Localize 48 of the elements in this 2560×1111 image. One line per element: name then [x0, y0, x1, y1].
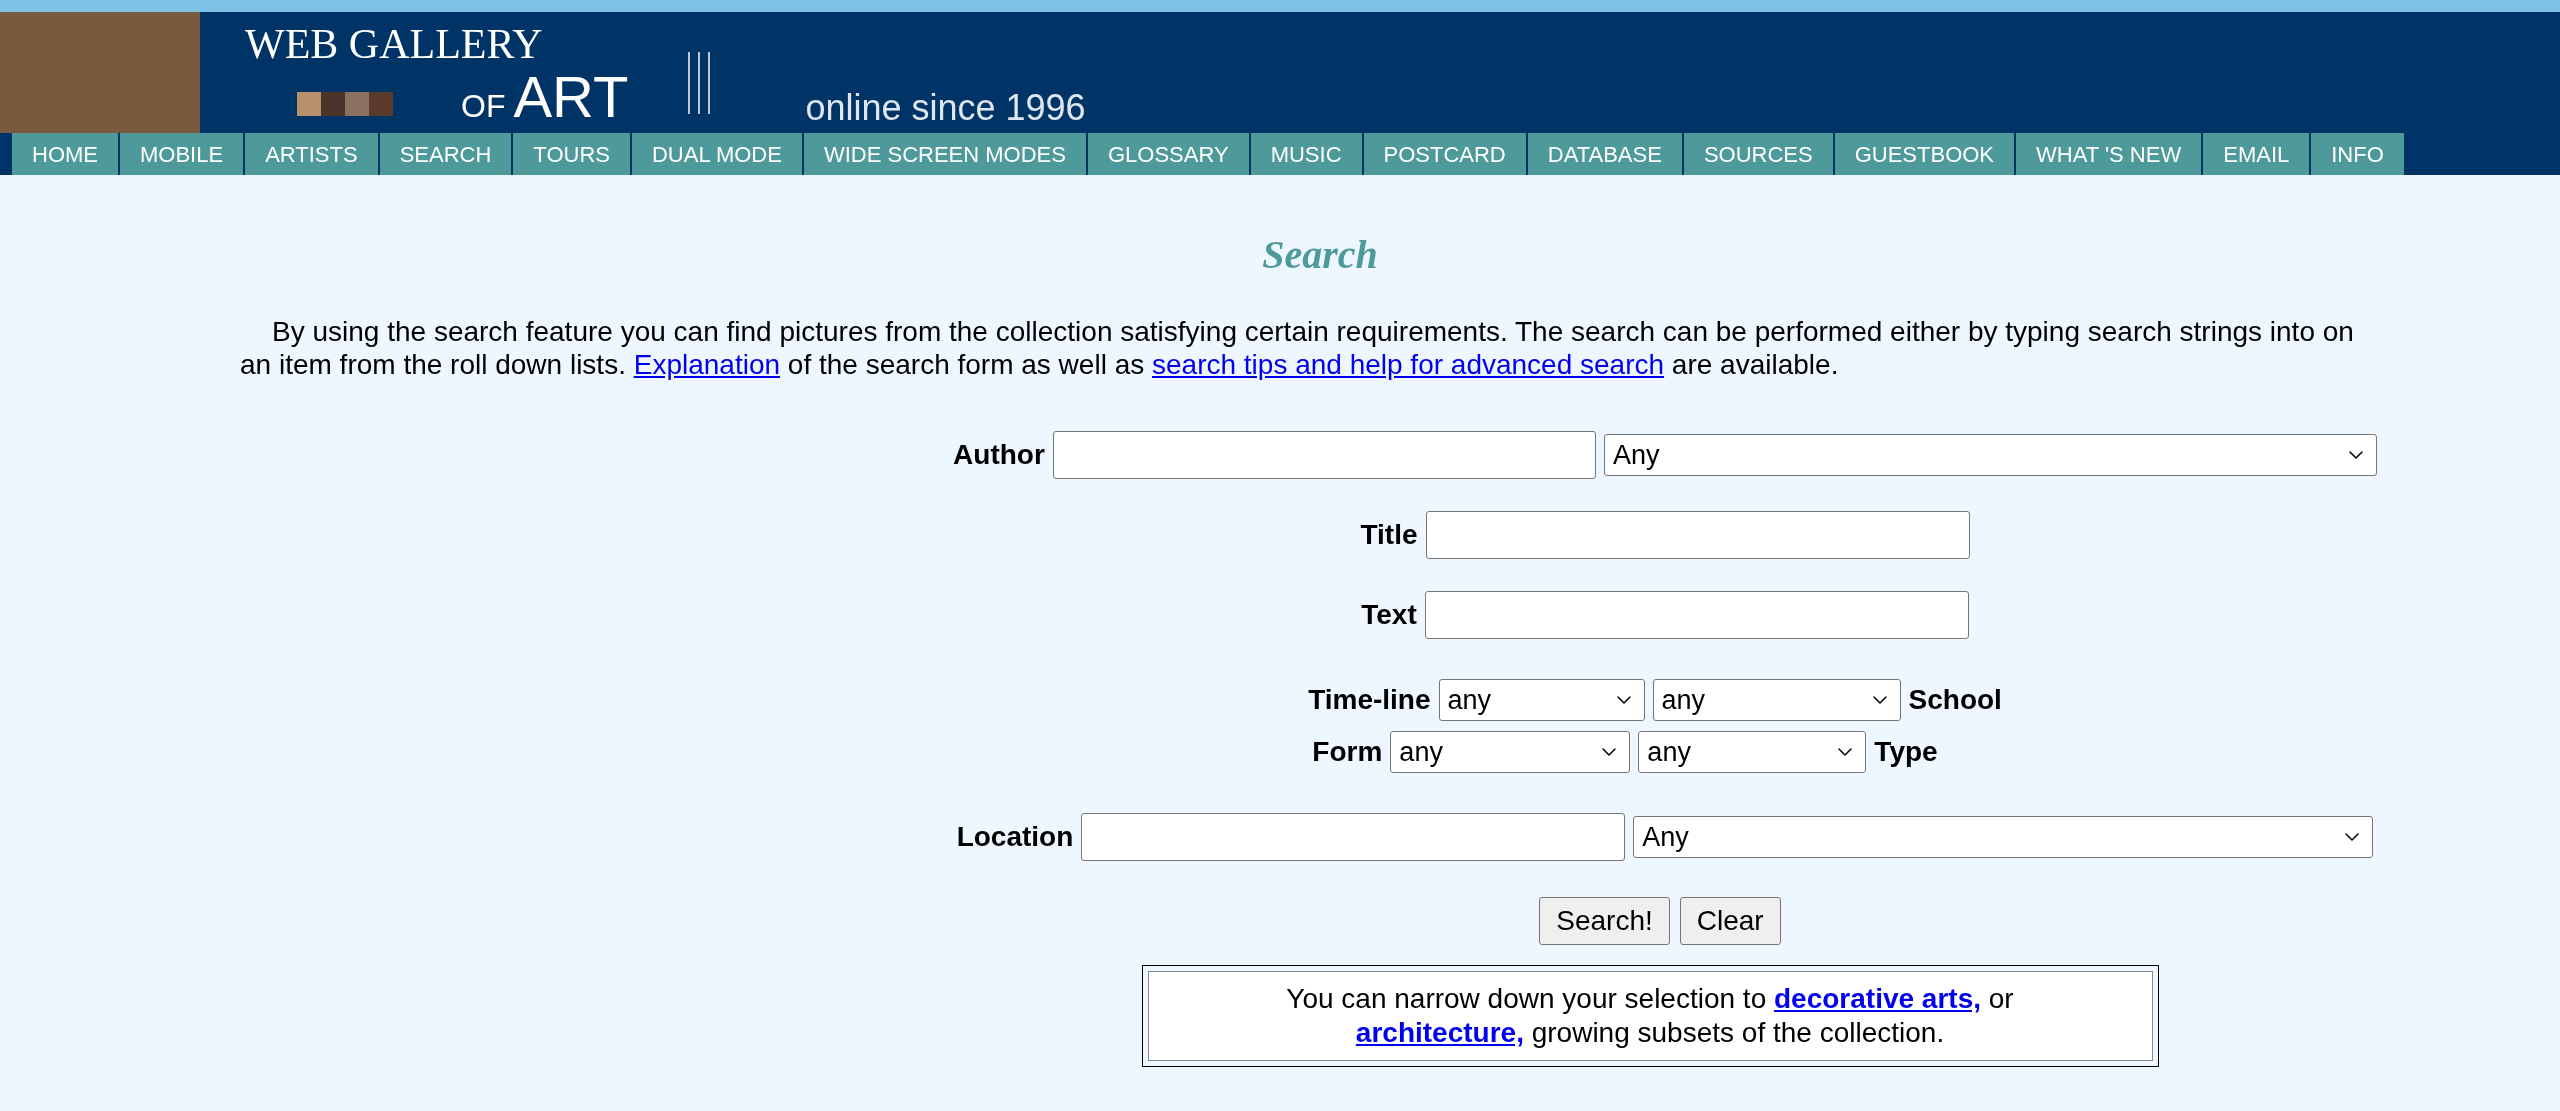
form-button[interactable]: Clear	[1679, 897, 1781, 945]
field-label: School	[1908, 683, 2002, 717]
vertical-lines-icon	[688, 52, 711, 114]
dropdown[interactable]: any	[1390, 731, 1631, 773]
link[interactable]: Explanation	[633, 349, 781, 380]
field-label: Title	[1360, 518, 1418, 552]
nav-tab[interactable]: MOBILE	[120, 133, 244, 175]
text-input[interactable]	[1052, 431, 1596, 479]
nav-tab[interactable]: EMAIL	[2203, 133, 2310, 175]
nav-tab[interactable]: SEARCH	[379, 133, 512, 175]
dropdown[interactable]: Any	[1633, 816, 2374, 858]
nav-tab[interactable]: POSTCARD	[1363, 133, 1526, 175]
info-text: You can narrow down your selection to decorative arts, or architecture, growing subsets of the collection.	[1286, 982, 2014, 1050]
field-label: Location	[956, 820, 1074, 854]
link[interactable]: search tips and help for advanced search	[1152, 349, 1665, 380]
tagline: online since 1996	[805, 90, 1086, 130]
nav-tab[interactable]: ARTISTS	[245, 133, 378, 175]
field-label: Type	[1874, 735, 1938, 769]
nav-tab[interactable]: WIDE SCREEN MODES	[803, 133, 1086, 175]
text-input[interactable]	[1424, 591, 1969, 639]
logo-text: WEB GALLERY	[245, 20, 544, 68]
link[interactable]: architecture,	[1355, 1017, 1524, 1048]
dropdown[interactable]: Any	[1603, 434, 2377, 476]
color-swatches-icon	[297, 92, 393, 116]
nav-tab[interactable]: MUSIC	[1250, 133, 1362, 175]
nav-tab[interactable]: WHAT 'S NEW	[2016, 133, 2202, 175]
field-label: Time-line	[1308, 683, 1431, 717]
nav-tab[interactable]: TOURS	[513, 133, 630, 175]
link[interactable]: decorative arts,	[1774, 983, 1981, 1014]
text-input[interactable]	[1081, 813, 1626, 861]
nav-tab[interactable]: INFO	[2311, 133, 2404, 175]
nav-tab[interactable]: SOURCES	[1683, 133, 1833, 175]
nav-tab[interactable]: GLOSSARY	[1087, 133, 1249, 175]
field-label: Form	[1312, 735, 1383, 769]
form-button[interactable]: Search!	[1539, 897, 1670, 945]
nav-tab[interactable]: DUAL MODE	[631, 133, 802, 175]
field-label: Author	[953, 438, 1045, 472]
nav-tab[interactable]: DATABASE	[1527, 133, 1682, 175]
page-title: Search	[1262, 231, 1378, 279]
intro-paragraph: By using the search feature you can find pictures from the collection satisfying certain requirements. The search can be performed either by typing search strings into on an item from the roll down lists. Explanation of the search form as well as search tips and help for advanced search are available.	[239, 315, 2355, 381]
field-label: Text	[1361, 598, 1417, 632]
logo-text: OF ART	[461, 68, 629, 126]
dropdown[interactable]: any	[1638, 731, 1867, 773]
dropdown[interactable]: any	[1652, 679, 1901, 721]
nav-tab[interactable]: HOME	[12, 133, 118, 175]
dropdown[interactable]: any	[1438, 679, 1645, 721]
text-input[interactable]	[1425, 511, 1970, 559]
nav-tab[interactable]: GUESTBOOK	[1834, 133, 2015, 175]
